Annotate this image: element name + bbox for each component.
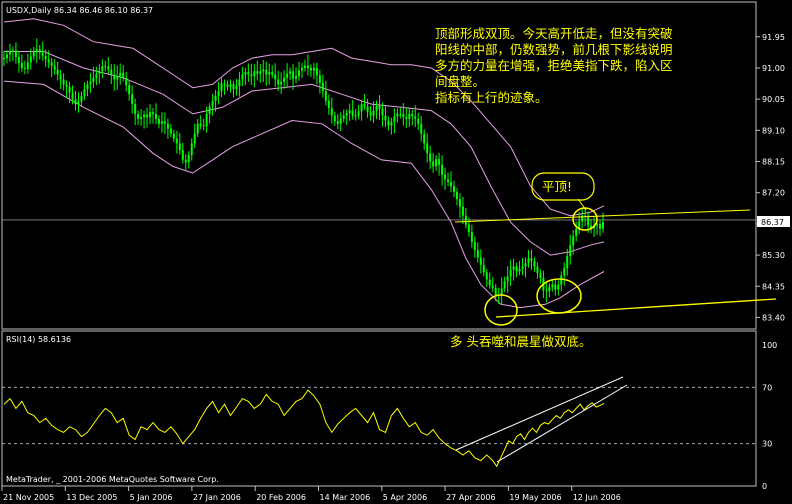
date-tick-label: 27 Apr 2006 <box>446 493 495 502</box>
rsi-tick-label: 0 <box>762 482 767 491</box>
price-tick-label: 83.40 <box>762 313 785 322</box>
note-line-1: 顶部形成双顶。今天高开低走，但没有突破 <box>435 26 673 41</box>
bottom-annotation: 多 头吞噬和晨星做双底。 <box>450 334 591 349</box>
current-price-label: 86.37 <box>761 218 784 227</box>
date-tick-label: 19 May 2006 <box>509 493 561 502</box>
rsi-tick-label: 30 <box>762 440 772 449</box>
date-tick-label: 5 Jan 2006 <box>130 493 173 502</box>
price-tick-label: 91.95 <box>762 33 785 42</box>
price-tick-label: 89.10 <box>762 126 785 135</box>
rsi-tick-label: 100 <box>762 341 777 350</box>
rsi-header: RSI(14) 58.6136 <box>6 335 71 344</box>
note-line-5: 指标有上行的迹象。 <box>435 90 548 105</box>
price-tick-label: 85.30 <box>762 251 785 260</box>
date-tick-label: 12 Jun 2006 <box>573 493 621 502</box>
price-tick-label: 91.00 <box>762 64 785 73</box>
price-tick-label: 87.20 <box>762 189 785 198</box>
price-tick-label: 88.15 <box>762 158 785 167</box>
date-tick-label: 21 Nov 2005 <box>3 493 54 502</box>
date-tick-label: 20 Feb 2006 <box>256 493 306 502</box>
note-line-2: 阳线的中部，仍数强势，前几根下影线说明 <box>435 42 673 57</box>
price-tick-label: 90.05 <box>762 95 785 104</box>
date-tick-label: 5 Apr 2006 <box>383 493 427 502</box>
date-tick-label: 13 Dec 2005 <box>66 493 117 502</box>
date-tick-label: 14 Mar 2006 <box>320 493 371 502</box>
chart-canvas: 91.9591.0090.0589.1088.1587.2086.2585.30… <box>0 0 792 504</box>
chart-background <box>0 0 792 504</box>
flat-top-label: 平顶! <box>542 179 572 194</box>
symbol-header: USDX,Daily 86.34 86.46 86.10 86.37 <box>6 6 153 15</box>
note-line-4: 间盘整。 <box>435 74 485 89</box>
price-tick-label: 84.35 <box>762 282 785 291</box>
copyright-footer: MetaTrader, _ 2001-2006 MetaQuotes Softw… <box>6 475 219 484</box>
note-line-3: 多方的力量在增强，拒绝美指下跌，陷入区 <box>435 58 673 73</box>
date-tick-label: 27 Jan 2006 <box>193 493 241 502</box>
rsi-tick-label: 70 <box>762 383 772 392</box>
